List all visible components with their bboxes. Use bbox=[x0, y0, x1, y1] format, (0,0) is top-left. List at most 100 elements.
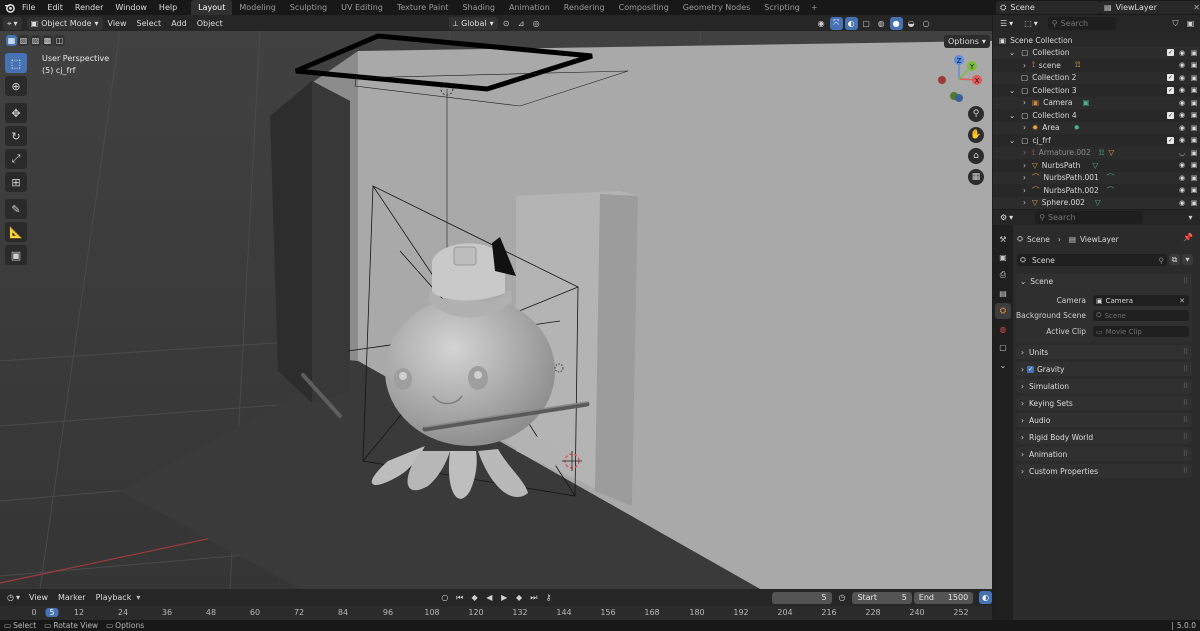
outliner-row[interactable]: ⌄ ▢ Collection ✓ ◉ ▣ bbox=[993, 46, 1200, 59]
properties-editor-type[interactable]: ⚙ ▾ bbox=[996, 211, 1018, 224]
camera-render-icon[interactable]: ▣ bbox=[1190, 161, 1198, 169]
pin-icon[interactable]: 📌 bbox=[1183, 233, 1193, 242]
panel-units-header[interactable]: › Units ⠿ bbox=[1016, 345, 1192, 359]
menu-render[interactable]: Render bbox=[69, 0, 109, 15]
eye-icon[interactable]: ◉ bbox=[1178, 124, 1186, 132]
timeline-editor-type[interactable]: ◷ ▾ bbox=[3, 591, 24, 604]
tab-layout[interactable]: Layout bbox=[191, 0, 233, 15]
active-clip-field[interactable]: ▭ Movie Clip bbox=[1093, 326, 1189, 337]
cursor-tool-icon[interactable]: ⊕ bbox=[5, 76, 27, 96]
scene-selector[interactable]: ⛭ Scene bbox=[996, 1, 1100, 14]
tab-texture-paint[interactable]: Texture Paint bbox=[390, 0, 456, 15]
eye-icon[interactable]: ◉ bbox=[1178, 199, 1186, 207]
panel-custom-properties-header[interactable]: › Custom Properties ⠿ bbox=[1016, 464, 1192, 478]
start-frame-field[interactable]: Start 5 bbox=[852, 591, 912, 604]
close-icon[interactable]: ✕ bbox=[1193, 3, 1200, 12]
measure-tool-icon[interactable]: 📐 bbox=[5, 222, 27, 242]
transform-tool-icon[interactable]: ⊞ bbox=[5, 172, 27, 192]
navigation-gizmo[interactable]: Z X Y bbox=[932, 52, 988, 108]
camera-render-icon[interactable]: ▣ bbox=[1190, 74, 1198, 82]
select-extend-icon[interactable]: ▧ bbox=[18, 35, 29, 46]
tab-scripting[interactable]: Scripting bbox=[757, 0, 807, 15]
tab-rendering[interactable]: Rendering bbox=[557, 0, 612, 15]
eye-icon[interactable]: ◉ bbox=[1178, 49, 1186, 57]
tool-tab-icon[interactable]: ⚒ bbox=[995, 231, 1011, 247]
panel-scene-header[interactable]: ⌄ Scene ⠿ bbox=[1016, 274, 1192, 288]
tab-modeling[interactable]: Modeling bbox=[232, 0, 282, 15]
eye-icon[interactable]: ◉ bbox=[1178, 174, 1186, 182]
menu-add[interactable]: Add bbox=[166, 19, 192, 28]
collection-tab-icon[interactable]: ▢ bbox=[995, 339, 1011, 355]
eye-icon[interactable]: ◉ bbox=[1178, 61, 1186, 69]
camera-render-icon[interactable]: ▣ bbox=[1190, 174, 1198, 182]
drag-handle-icon[interactable]: ⠿ bbox=[1183, 467, 1188, 475]
outliner-row[interactable]: › ▽ NurbsPath ▽ ◉ ▣ bbox=[993, 159, 1200, 172]
select-box-tool-icon[interactable]: ⬚ bbox=[5, 53, 27, 73]
mode-dropdown[interactable]: ▣ Object Mode ▾ bbox=[26, 16, 103, 30]
wireframe-shading-icon[interactable]: ◍ bbox=[875, 17, 888, 30]
outliner-search-input[interactable]: ⚲ Search bbox=[1047, 17, 1116, 30]
menu-view[interactable]: View bbox=[103, 19, 132, 28]
drag-handle-icon[interactable]: ⠿ bbox=[1183, 450, 1188, 458]
outliner-row[interactable]: ▢ Collection 2 ✓ ◉ ▣ bbox=[993, 71, 1200, 84]
camera-render-icon[interactable]: ▣ bbox=[1190, 61, 1198, 69]
select-invert-icon[interactable]: ▩ bbox=[42, 35, 53, 46]
pivot-point-icon[interactable]: ⊙ bbox=[500, 17, 513, 30]
eye-icon[interactable]: ◉ bbox=[1178, 99, 1186, 107]
keying-icon[interactable]: ⚷ bbox=[542, 591, 555, 604]
checkbox-icon[interactable]: ✓ bbox=[1167, 136, 1174, 144]
display-mode-dropdown[interactable]: ⬚ ▾ bbox=[1020, 17, 1042, 30]
scene-datablock-selector[interactable]: ⛭ Scene ⚲ bbox=[1017, 254, 1167, 266]
timeline-menu-view[interactable]: View bbox=[24, 593, 53, 602]
move-tool-icon[interactable]: ✥ bbox=[5, 103, 27, 123]
camera-render-icon[interactable]: ▣ bbox=[1190, 149, 1198, 157]
end-frame-field[interactable]: End 1500 bbox=[913, 591, 974, 604]
drag-handle-icon[interactable]: ⠿ bbox=[1183, 365, 1188, 373]
background-scene-field[interactable]: ⛭ Scene bbox=[1093, 310, 1189, 321]
close-icon[interactable]: ✕ bbox=[1179, 297, 1185, 305]
xray-icon[interactable]: ▢ bbox=[860, 17, 873, 30]
panel-simulation-header[interactable]: › Simulation ⠿ bbox=[1016, 379, 1192, 393]
panel-rigid-body-header[interactable]: › Rigid Body World ⠿ bbox=[1016, 430, 1192, 444]
drag-handle-icon[interactable]: ⠿ bbox=[1183, 433, 1188, 441]
gravity-checkbox[interactable]: ✓ bbox=[1027, 365, 1034, 373]
jump-end-icon[interactable]: ⏭ bbox=[527, 591, 540, 604]
render-tab-icon[interactable]: ▣ bbox=[995, 249, 1011, 265]
camera-render-icon[interactable]: ▣ bbox=[1190, 99, 1198, 107]
camera-render-icon[interactable]: ▣ bbox=[1190, 111, 1198, 119]
material-shading-icon[interactable]: ◒ bbox=[905, 17, 918, 30]
eye-icon[interactable]: ◉ bbox=[1178, 86, 1186, 94]
drag-handle-icon[interactable]: ⠿ bbox=[1183, 399, 1188, 407]
select-new-icon[interactable]: ▦ bbox=[6, 35, 17, 46]
drag-handle-icon[interactable]: ⠿ bbox=[1183, 416, 1188, 424]
timeline-ruler[interactable]: 0 5 12 24 36 48 60 72 84 96 108 120 132 … bbox=[0, 606, 992, 620]
camera-render-icon[interactable]: ▣ bbox=[1190, 49, 1198, 57]
preview-range-icon[interactable]: ◷ bbox=[836, 591, 849, 604]
overlay-icon[interactable]: ◐ bbox=[844, 16, 858, 30]
checkbox-icon[interactable]: ✓ bbox=[1167, 74, 1174, 82]
editor-type-button[interactable]: ⌖ ▾ bbox=[3, 16, 22, 30]
properties-search-input[interactable]: ⚲ Search bbox=[1035, 211, 1144, 224]
snap-icon[interactable]: ⊿ bbox=[515, 17, 528, 30]
rotate-tool-icon[interactable]: ↻ bbox=[5, 126, 27, 146]
outliner-row[interactable]: ⌄ ▢ cj_frf ✓ ◉ ▣ bbox=[993, 134, 1200, 147]
view-layer-selector[interactable]: ▤ ViewLayer ✕ bbox=[1100, 1, 1200, 14]
outliner-row[interactable]: › ⌒ NurbsPath.001 ⌒ ◉ ▣ bbox=[993, 171, 1200, 184]
drag-handle-icon[interactable]: ⠿ bbox=[1183, 277, 1188, 285]
tab-uv-editing[interactable]: UV Editing bbox=[334, 0, 390, 15]
drag-handle-icon[interactable]: ⠿ bbox=[1183, 348, 1188, 356]
select-subtract-icon[interactable]: ▨ bbox=[30, 35, 41, 46]
camera-render-icon[interactable]: ▣ bbox=[1190, 199, 1198, 207]
panel-animation-header[interactable]: › Animation ⠿ bbox=[1016, 447, 1192, 461]
play-icon[interactable]: ▶ bbox=[498, 591, 511, 604]
panel-gravity-header[interactable]: › ✓ Gravity ⠿ bbox=[1016, 362, 1192, 376]
dropdown-icon[interactable]: ▾ bbox=[1182, 254, 1193, 265]
camera-render-icon[interactable]: ▣ bbox=[1190, 136, 1198, 144]
camera-render-icon[interactable]: ▣ bbox=[1190, 186, 1198, 194]
3d-viewport[interactable] bbox=[0, 31, 992, 589]
options-dropdown[interactable]: Options ▾ bbox=[944, 35, 990, 48]
proportional-edit-icon[interactable]: ◎ bbox=[530, 17, 543, 30]
visibility-icon[interactable]: ◉ bbox=[815, 17, 828, 30]
pin-icon[interactable]: ⚲ bbox=[1159, 256, 1165, 265]
menu-file[interactable]: File bbox=[16, 0, 41, 15]
